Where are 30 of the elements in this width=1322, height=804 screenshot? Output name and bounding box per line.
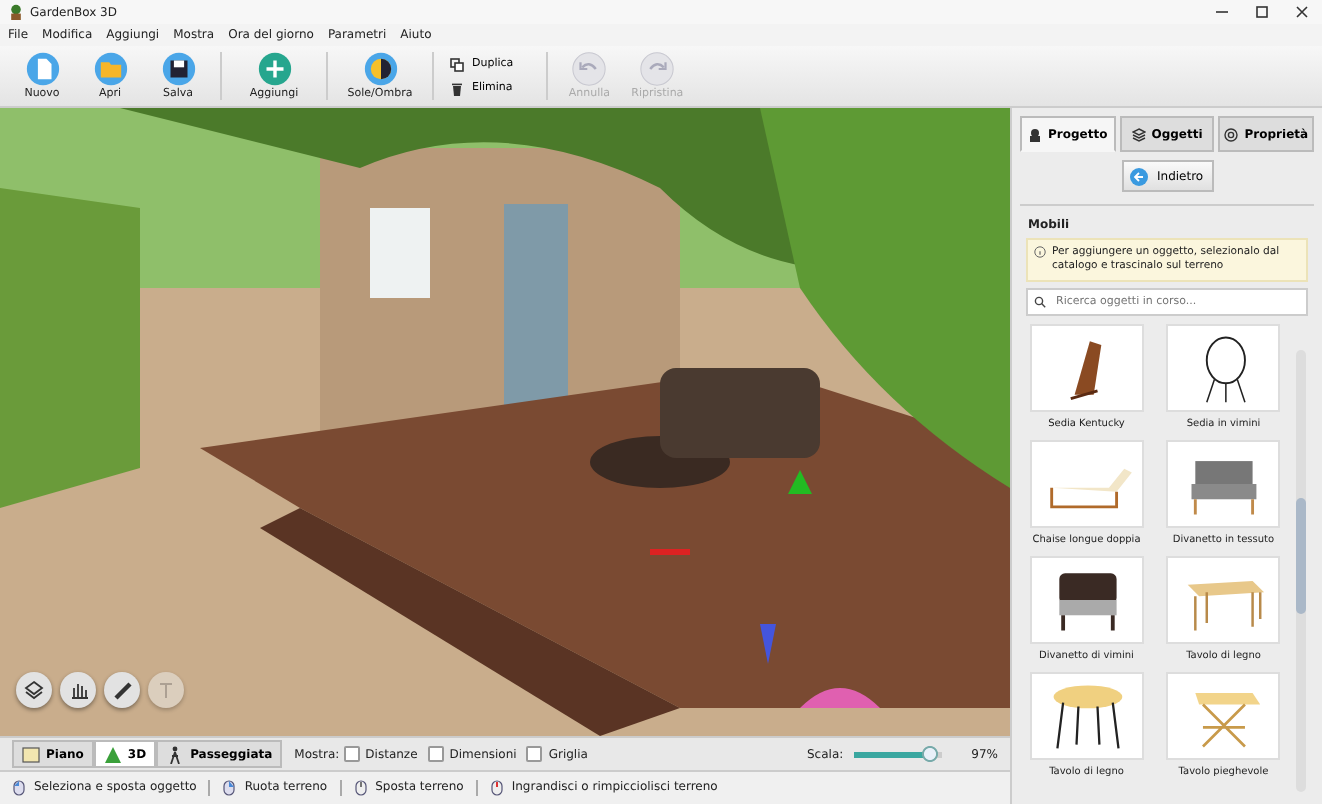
checkbox[interactable]	[343, 746, 360, 762]
trash-icon	[450, 81, 464, 95]
ruler-icon	[110, 678, 134, 702]
floppy-disk-icon	[161, 52, 195, 86]
mouse-icon	[222, 779, 237, 795]
copy-icon	[450, 57, 464, 71]
floor-plan-icon	[22, 745, 40, 763]
bust-icon	[1027, 127, 1042, 141]
undo-icon	[572, 52, 607, 86]
back-arrow-icon	[1129, 167, 1147, 185]
checkbox[interactable]	[427, 746, 444, 762]
new-file-icon	[25, 52, 59, 86]
folder-icon	[93, 52, 127, 86]
info-icon	[1034, 246, 1046, 258]
scrollbar[interactable]	[1296, 350, 1306, 792]
mouse-icon	[353, 779, 368, 795]
layers-icon	[22, 678, 46, 702]
tree-icon	[103, 745, 122, 763]
plus-icon	[257, 52, 291, 86]
layers-icon	[1131, 127, 1146, 141]
sun-shade-icon	[363, 52, 397, 86]
walking-person-icon	[166, 745, 185, 763]
scrollbar-thumb[interactable]	[1296, 498, 1306, 615]
text-tool-icon	[154, 678, 178, 702]
mouse-icon	[489, 779, 504, 795]
app-logo-icon	[8, 4, 24, 20]
settings-icon	[1224, 127, 1239, 141]
mouse-icon	[12, 779, 26, 795]
checkbox[interactable]	[526, 746, 543, 762]
redo-icon	[640, 52, 675, 86]
